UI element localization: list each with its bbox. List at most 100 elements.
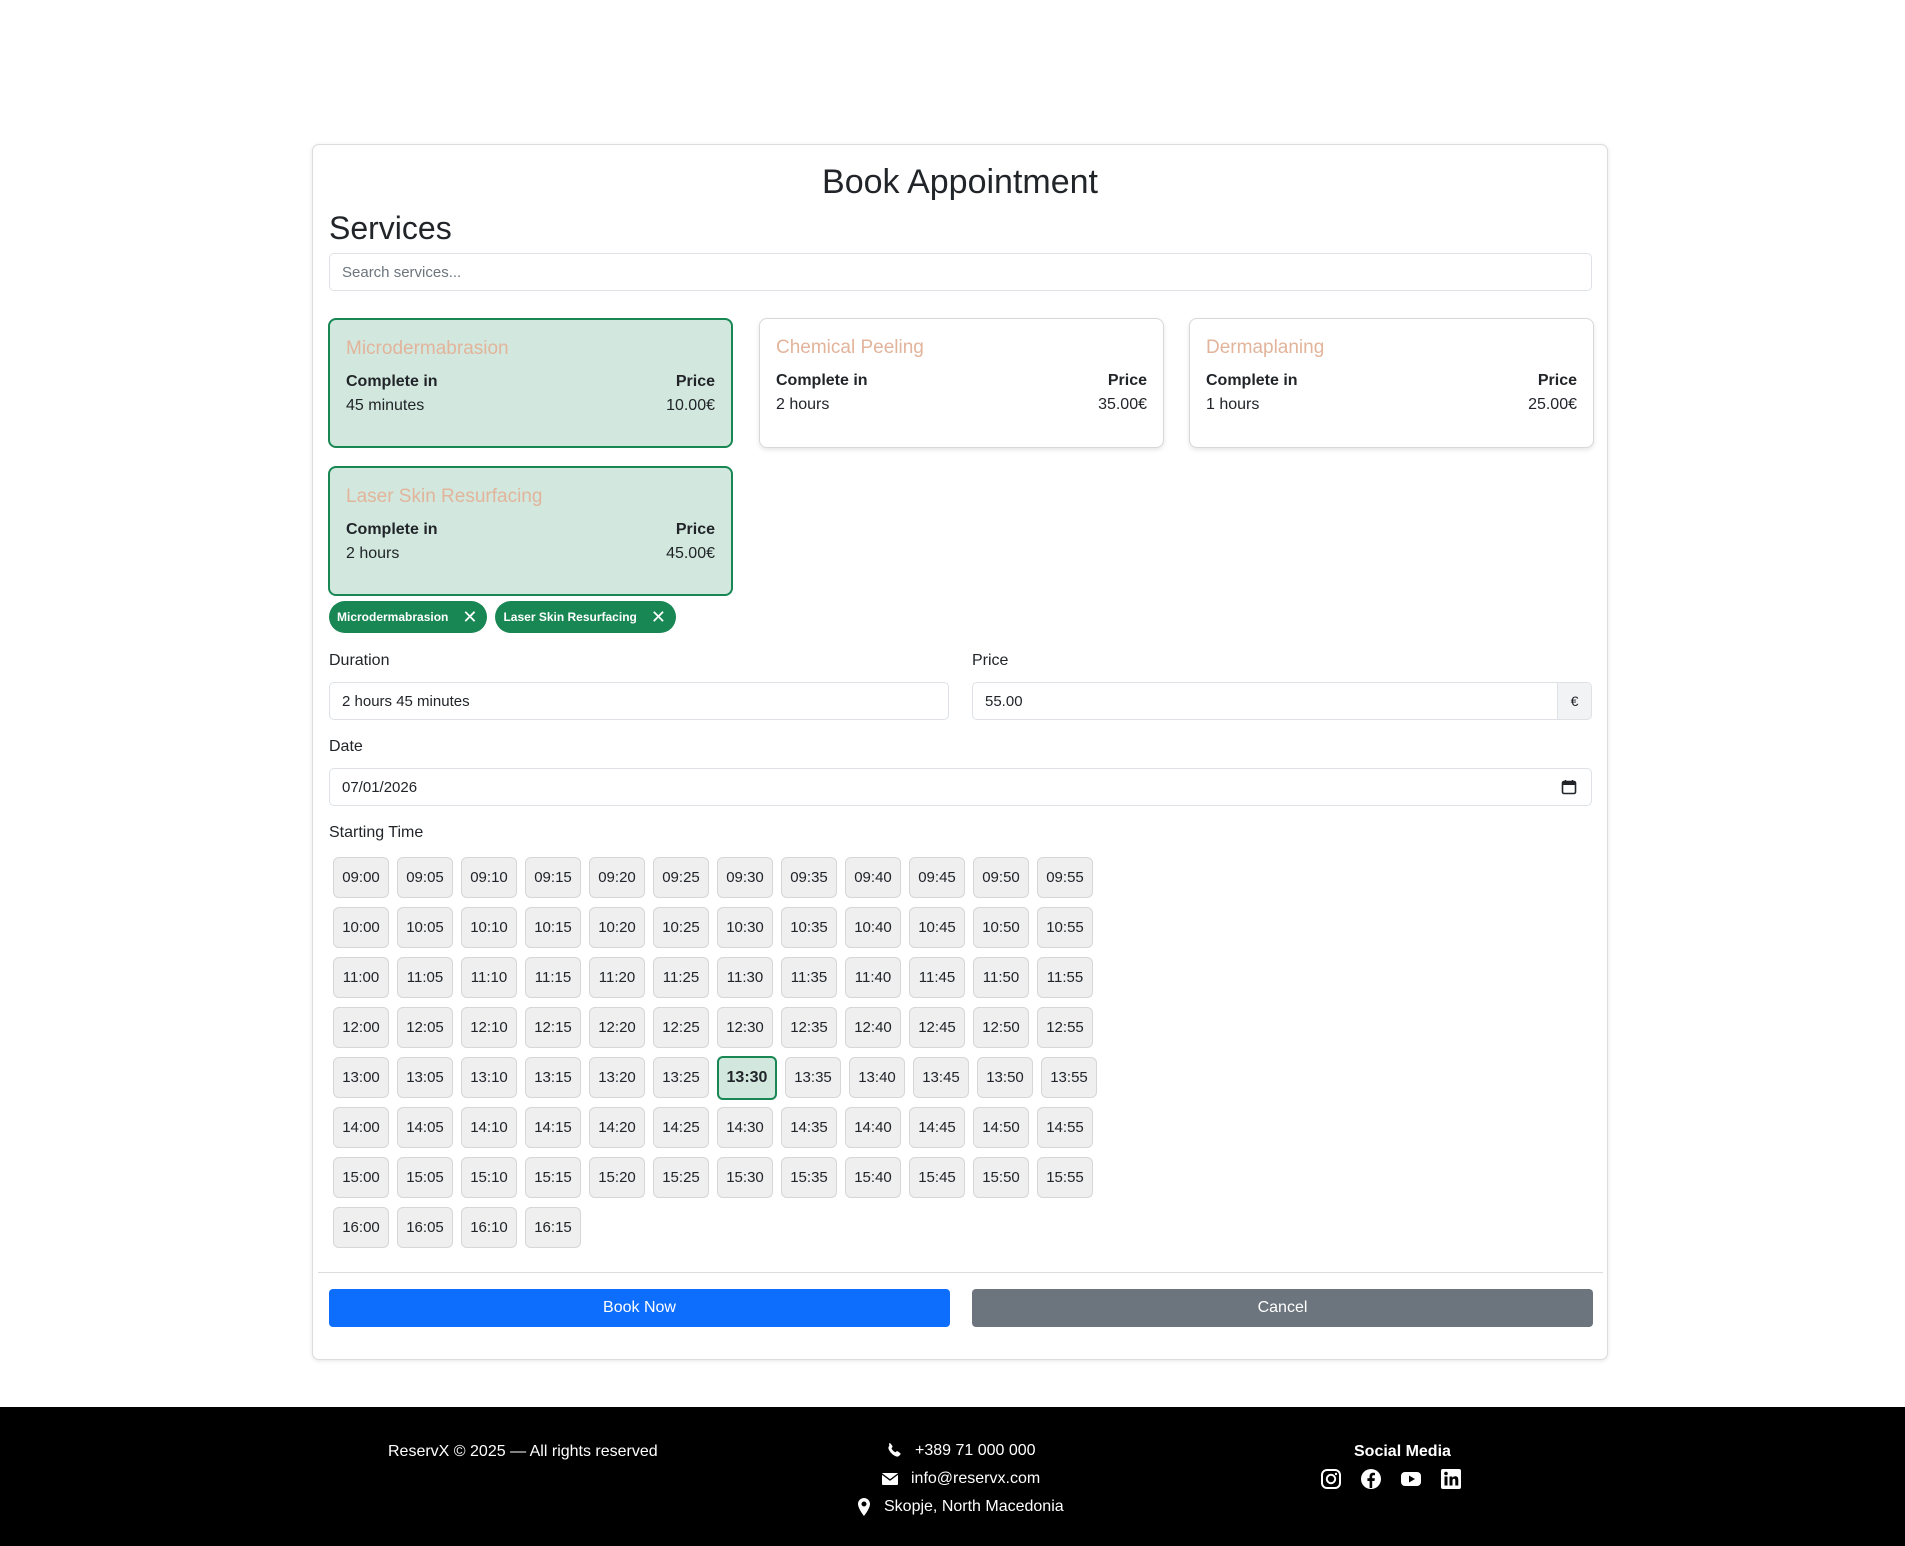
time-slot-button[interactable]: 14:20 bbox=[589, 1107, 645, 1148]
time-slot-button[interactable]: 14:40 bbox=[845, 1107, 901, 1148]
service-card-laser-skin-resurfacing[interactable]: Laser Skin Resurfacing Complete in Price … bbox=[328, 466, 733, 596]
time-slot-button[interactable]: 12:25 bbox=[653, 1007, 709, 1048]
time-slot-button[interactable]: 12:05 bbox=[397, 1007, 453, 1048]
time-slot-button[interactable]: 10:25 bbox=[653, 907, 709, 948]
time-slot-button[interactable]: 13:50 bbox=[977, 1057, 1033, 1098]
service-card-chemical-peeling[interactable]: Chemical Peeling Complete in Price 2 hour… bbox=[759, 318, 1164, 448]
time-slot-button[interactable]: 09:35 bbox=[781, 857, 837, 898]
time-slot-button[interactable]: 13:40 bbox=[849, 1057, 905, 1098]
time-slot-button[interactable]: 15:55 bbox=[1037, 1157, 1093, 1198]
time-slot-button[interactable]: 14:10 bbox=[461, 1107, 517, 1148]
time-slot-button[interactable]: 15:50 bbox=[973, 1157, 1029, 1198]
time-slot-button[interactable]: 14:35 bbox=[781, 1107, 837, 1148]
time-slot-button[interactable]: 12:30 bbox=[717, 1007, 773, 1048]
time-slot-button[interactable]: 12:35 bbox=[781, 1007, 837, 1048]
time-slot-button[interactable]: 12:15 bbox=[525, 1007, 581, 1048]
time-slot-button[interactable]: 13:30 bbox=[717, 1055, 777, 1100]
time-slot-button[interactable]: 14:45 bbox=[909, 1107, 965, 1148]
time-slot-button[interactable]: 14:25 bbox=[653, 1107, 709, 1148]
time-slot-button[interactable]: 09:45 bbox=[909, 857, 965, 898]
time-slot-button[interactable]: 14:05 bbox=[397, 1107, 453, 1148]
time-slot-button[interactable]: 12:10 bbox=[461, 1007, 517, 1048]
time-slot-button[interactable]: 12:20 bbox=[589, 1007, 645, 1048]
time-slot-button[interactable]: 13:00 bbox=[333, 1057, 389, 1098]
time-slot-button[interactable]: 11:45 bbox=[909, 957, 965, 998]
time-slot-button[interactable]: 10:45 bbox=[909, 907, 965, 948]
time-slot-button[interactable]: 11:10 bbox=[461, 957, 517, 998]
duration-field[interactable]: 2 hours 45 minutes bbox=[329, 682, 949, 720]
time-slot-button[interactable]: 12:40 bbox=[845, 1007, 901, 1048]
time-slot-button[interactable]: 11:40 bbox=[845, 957, 901, 998]
youtube-icon[interactable] bbox=[1400, 1468, 1422, 1490]
time-slot-button[interactable]: 15:05 bbox=[397, 1157, 453, 1198]
cancel-button[interactable]: Cancel bbox=[972, 1289, 1593, 1327]
email-text[interactable]: info@reservx.com bbox=[911, 1470, 1040, 1488]
time-slot-button[interactable]: 10:55 bbox=[1037, 907, 1093, 948]
time-slot-button[interactable]: 12:45 bbox=[909, 1007, 965, 1048]
remove-chip-icon[interactable]: ✕ bbox=[651, 608, 666, 626]
facebook-icon[interactable] bbox=[1360, 1468, 1382, 1490]
time-slot-button[interactable]: 15:30 bbox=[717, 1157, 773, 1198]
time-slot-button[interactable]: 11:05 bbox=[397, 957, 453, 998]
time-slot-button[interactable]: 09:05 bbox=[397, 857, 453, 898]
time-slot-button[interactable]: 09:55 bbox=[1037, 857, 1093, 898]
time-slot-button[interactable]: 15:45 bbox=[909, 1157, 965, 1198]
time-slot-button[interactable]: 13:10 bbox=[461, 1057, 517, 1098]
time-slot-button[interactable]: 14:15 bbox=[525, 1107, 581, 1148]
time-slot-button[interactable]: 11:15 bbox=[525, 957, 581, 998]
time-slot-button[interactable]: 09:50 bbox=[973, 857, 1029, 898]
time-slot-button[interactable]: 11:35 bbox=[781, 957, 837, 998]
time-slot-button[interactable]: 11:30 bbox=[717, 957, 773, 998]
time-slot-button[interactable]: 10:05 bbox=[397, 907, 453, 948]
time-slot-button[interactable]: 10:00 bbox=[333, 907, 389, 948]
time-slot-button[interactable]: 10:40 bbox=[845, 907, 901, 948]
time-slot-button[interactable]: 13:45 bbox=[913, 1057, 969, 1098]
time-slot-button[interactable]: 15:40 bbox=[845, 1157, 901, 1198]
time-slot-button[interactable]: 13:55 bbox=[1041, 1057, 1097, 1098]
time-slot-button[interactable]: 09:10 bbox=[461, 857, 517, 898]
time-slot-button[interactable]: 15:20 bbox=[589, 1157, 645, 1198]
time-slot-button[interactable]: 14:30 bbox=[717, 1107, 773, 1148]
time-slot-button[interactable]: 14:00 bbox=[333, 1107, 389, 1148]
time-slot-button[interactable]: 13:35 bbox=[785, 1057, 841, 1098]
time-slot-button[interactable]: 10:15 bbox=[525, 907, 581, 948]
time-slot-button[interactable]: 09:20 bbox=[589, 857, 645, 898]
time-slot-button[interactable]: 12:55 bbox=[1037, 1007, 1093, 1048]
time-slot-button[interactable]: 12:00 bbox=[333, 1007, 389, 1048]
time-slot-button[interactable]: 15:15 bbox=[525, 1157, 581, 1198]
book-now-button[interactable]: Book Now bbox=[329, 1289, 950, 1327]
price-field[interactable]: 55.00 bbox=[972, 682, 1558, 720]
time-slot-button[interactable]: 09:40 bbox=[845, 857, 901, 898]
instagram-icon[interactable] bbox=[1320, 1468, 1342, 1490]
time-slot-button[interactable]: 10:50 bbox=[973, 907, 1029, 948]
time-slot-button[interactable]: 13:20 bbox=[589, 1057, 645, 1098]
time-slot-button[interactable]: 09:00 bbox=[333, 857, 389, 898]
service-card-microdermabrasion[interactable]: Microdermabrasion Complete in Price 45 mi… bbox=[328, 318, 733, 448]
time-slot-button[interactable]: 10:10 bbox=[461, 907, 517, 948]
time-slot-button[interactable]: 16:05 bbox=[397, 1207, 453, 1248]
time-slot-button[interactable]: 13:15 bbox=[525, 1057, 581, 1098]
time-slot-button[interactable]: 11:25 bbox=[653, 957, 709, 998]
time-slot-button[interactable]: 15:35 bbox=[781, 1157, 837, 1198]
time-slot-button[interactable]: 11:55 bbox=[1037, 957, 1093, 998]
time-slot-button[interactable]: 15:10 bbox=[461, 1157, 517, 1198]
time-slot-button[interactable]: 16:00 bbox=[333, 1207, 389, 1248]
time-slot-button[interactable]: 11:00 bbox=[333, 957, 389, 998]
time-slot-button[interactable]: 15:25 bbox=[653, 1157, 709, 1198]
time-slot-button[interactable]: 16:10 bbox=[461, 1207, 517, 1248]
time-slot-button[interactable]: 13:25 bbox=[653, 1057, 709, 1098]
calendar-icon[interactable] bbox=[1561, 779, 1577, 795]
time-slot-button[interactable]: 09:15 bbox=[525, 857, 581, 898]
time-slot-button[interactable]: 10:35 bbox=[781, 907, 837, 948]
time-slot-button[interactable]: 10:30 bbox=[717, 907, 773, 948]
time-slot-button[interactable]: 16:15 bbox=[525, 1207, 581, 1248]
service-card-dermaplaning[interactable]: Dermaplaning Complete in Price 1 hours 25.… bbox=[1189, 318, 1594, 448]
time-slot-button[interactable]: 09:30 bbox=[717, 857, 773, 898]
time-slot-button[interactable]: 14:50 bbox=[973, 1107, 1029, 1148]
remove-chip-icon[interactable]: ✕ bbox=[462, 608, 477, 626]
search-services-input[interactable] bbox=[329, 253, 1592, 291]
time-slot-button[interactable]: 09:25 bbox=[653, 857, 709, 898]
time-slot-button[interactable]: 10:20 bbox=[589, 907, 645, 948]
time-slot-button[interactable]: 13:05 bbox=[397, 1057, 453, 1098]
phone-text[interactable]: +389 71 000 000 bbox=[915, 1442, 1036, 1460]
